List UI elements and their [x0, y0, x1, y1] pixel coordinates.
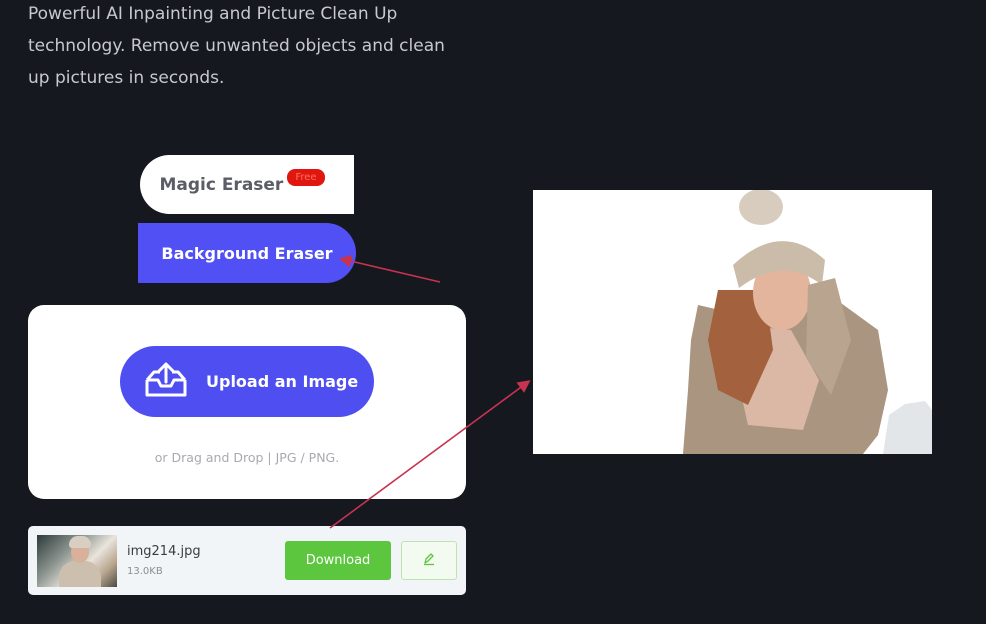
file-thumbnail	[37, 535, 117, 587]
file-name: img214.jpg	[127, 544, 201, 559]
drag-drop-hint: or Drag and Drop | JPG / PNG.	[154, 450, 340, 465]
file-size: 13.0KB	[127, 566, 163, 577]
tab-magic-eraser[interactable]: Magic Eraser Free	[140, 155, 354, 214]
free-badge: Free	[287, 169, 325, 186]
hero-description: Powerful AI Inpainting and Picture Clean…	[28, 4, 445, 88]
upload-image-button[interactable]: Upload an Image	[120, 346, 374, 417]
result-preview-image	[533, 190, 932, 454]
upload-tray-icon	[144, 362, 206, 402]
pen-icon	[422, 551, 436, 570]
tab-background-eraser-label: Background Eraser	[161, 243, 333, 263]
uploaded-file-row: img214.jpg 13.0KB Download	[28, 526, 466, 595]
upload-dropzone[interactable]: Upload an Image or Drag and Drop | JPG /…	[28, 305, 466, 499]
download-button[interactable]: Download	[285, 541, 391, 580]
tab-magic-eraser-label: Magic Eraser	[159, 174, 284, 195]
tab-background-eraser[interactable]: Background Eraser	[138, 223, 356, 283]
download-label: Download	[305, 553, 371, 568]
edit-button[interactable]	[401, 541, 457, 580]
upload-image-label: Upload an Image	[206, 372, 359, 391]
